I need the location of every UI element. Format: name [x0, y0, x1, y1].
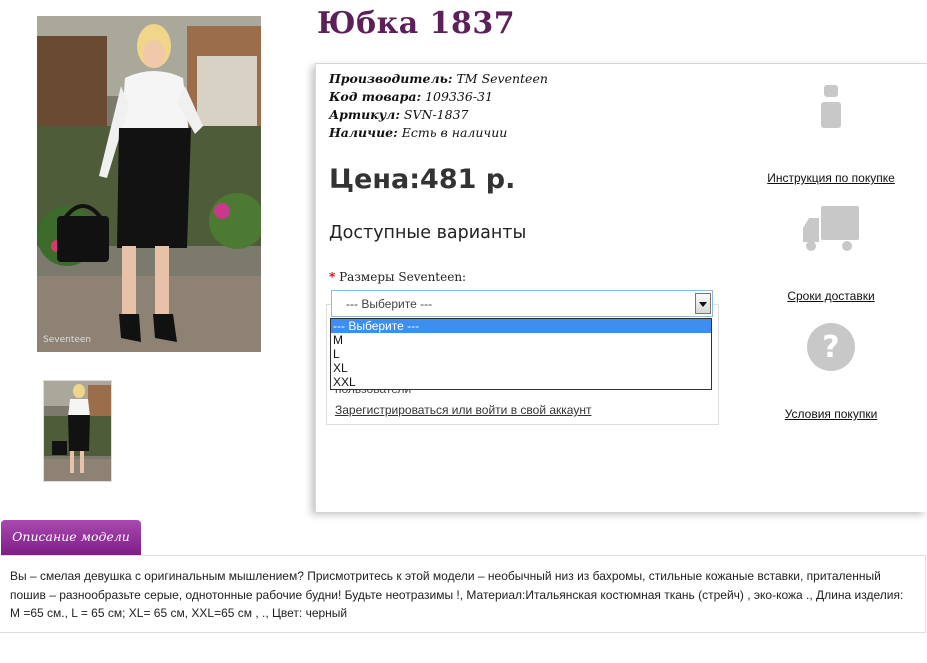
meta-value: 109336-31 [425, 89, 493, 104]
chevron-down-icon[interactable] [695, 293, 711, 314]
required-mark: * [329, 270, 336, 284]
meta-key: Наличие: [329, 125, 398, 140]
product-main-image[interactable]: Seventeen [37, 16, 261, 352]
meta-key: Код товара: [329, 89, 422, 104]
size-dropdown-list[interactable]: --- Выберите --- M L XL XXL [330, 318, 712, 390]
product-thumbnail[interactable] [43, 380, 112, 482]
product-price: Цена:481 р. [329, 164, 516, 195]
size-option[interactable]: XXL [331, 375, 711, 389]
variants-heading: Доступные варианты [329, 223, 527, 243]
size-label-text: Размеры Seventeen: [339, 270, 467, 284]
tab-model-description[interactable]: Описание модели [1, 520, 141, 555]
description-panel: Вы – смелая девушка с оригинальным мышле… [0, 555, 926, 633]
info-icon [821, 85, 841, 128]
register-login-link[interactable]: Зарегистрироваться или войти в свой акка… [335, 403, 591, 417]
meta-key: Артикул: [329, 107, 400, 122]
product-meta: Производитель: ТМ Seventeen Код товара: … [329, 70, 548, 142]
product-info-panel: Производитель: ТМ Seventeen Код товара: … [315, 63, 927, 512]
meta-value: ТМ Seventeen [456, 71, 548, 86]
size-option[interactable]: XL [331, 361, 711, 375]
delivery-truck-icon [803, 206, 859, 251]
purchase-conditions: ? Условия покупки [761, 322, 901, 421]
purchase-instructions-link[interactable]: Инструкция по покупке [761, 171, 901, 185]
svg-text:Seventeen: Seventeen [43, 335, 91, 345]
meta-product-code: Код товара: 109336-31 [329, 88, 548, 106]
delivery-terms: Сроки доставки [761, 206, 901, 303]
purchase-conditions-link[interactable]: Условия покупки [761, 407, 901, 421]
delivery-terms-link[interactable]: Сроки доставки [761, 289, 901, 303]
size-select-value: --- Выберите --- [346, 297, 433, 311]
question-icon: ? [807, 323, 855, 371]
purchase-instructions: Инструкция по покупке [761, 82, 901, 185]
meta-value: Есть в наличии [401, 125, 508, 140]
meta-sku: Артикул: SVN-1837 [329, 106, 548, 124]
description-text: Вы – смелая девушка с оригинальным мышле… [10, 569, 904, 620]
size-select[interactable]: --- Выберите --- [331, 290, 713, 317]
meta-value: SVN-1837 [403, 107, 469, 122]
product-photo-illustration: Seventeen [37, 16, 261, 352]
meta-manufacturer: Производитель: ТМ Seventeen [329, 70, 548, 88]
size-option[interactable]: --- Выберите --- [331, 319, 711, 333]
meta-availability: Наличие: Есть в наличии [329, 124, 548, 142]
meta-key: Производитель: [329, 71, 453, 86]
size-option[interactable]: L [331, 347, 711, 361]
product-title: Юбка 1837 [317, 6, 516, 41]
svg-text:?: ? [822, 330, 839, 365]
size-label: * Размеры Seventeen: [329, 270, 466, 284]
thumbnail-illustration [44, 381, 111, 481]
size-option[interactable]: M [331, 333, 711, 347]
